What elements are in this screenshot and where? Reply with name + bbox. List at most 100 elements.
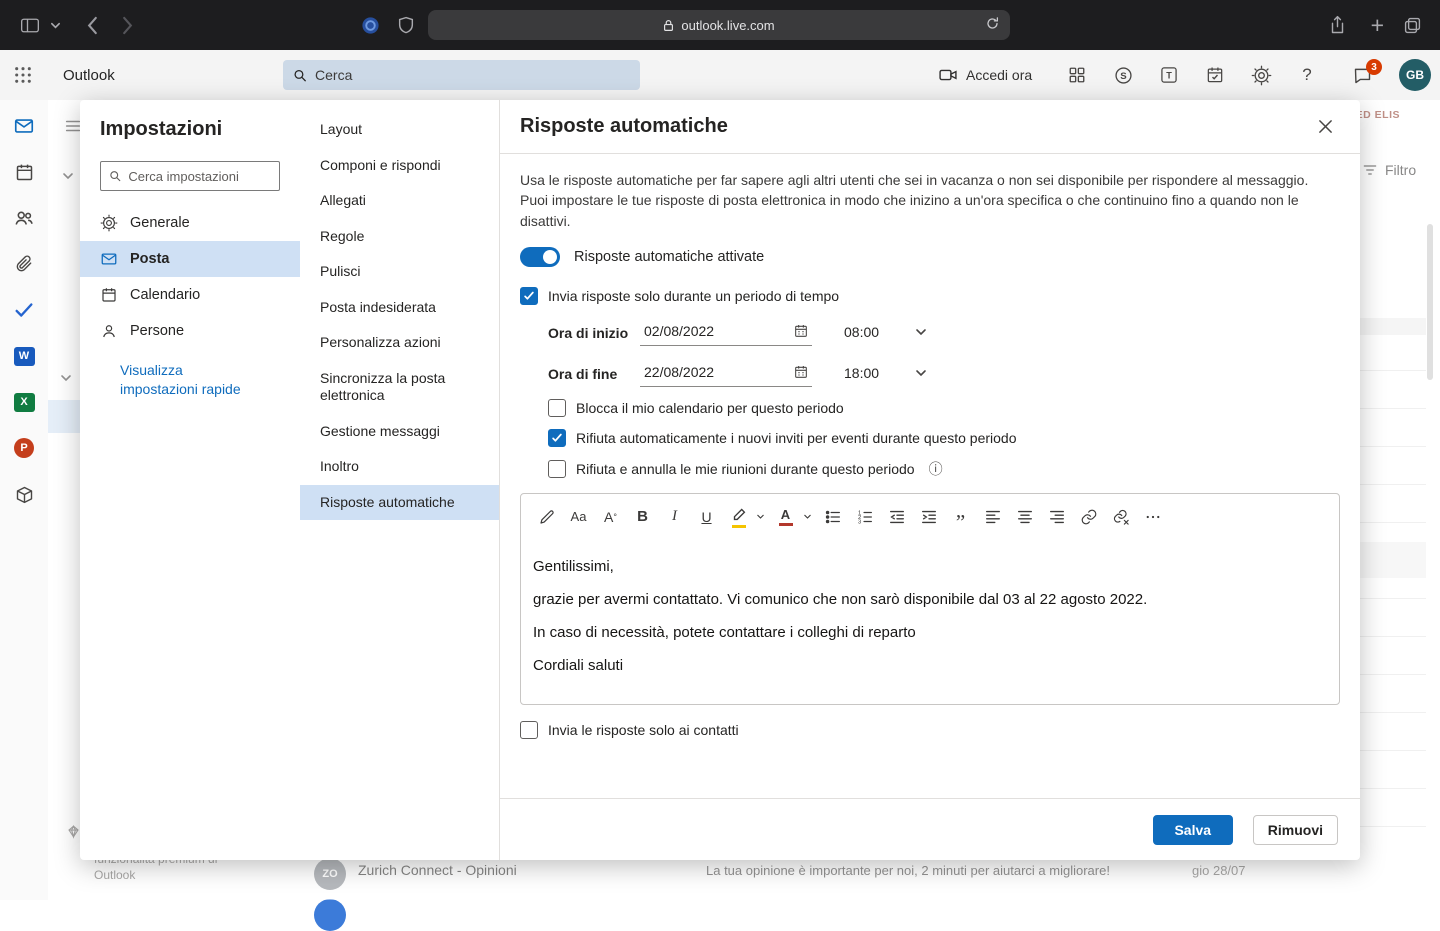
info-icon[interactable]: ⓘ <box>929 459 943 479</box>
help-icon[interactable]: ? <box>1296 64 1318 86</box>
calendar-icon[interactable] <box>10 158 38 186</box>
highlight-chevron-icon[interactable] <box>754 502 766 532</box>
calendar-check-icon[interactable] <box>1204 64 1226 86</box>
category-layout[interactable]: Layout <box>300 112 499 148</box>
start-time-field[interactable]: 08:00 <box>840 324 930 346</box>
apps-box-icon[interactable] <box>10 480 38 508</box>
teams-icon[interactable]: T <box>1158 64 1180 86</box>
end-time-field[interactable]: 18:00 <box>840 365 930 387</box>
start-row: Ora di inizio 02/08/2022 08:00 <box>548 323 1340 346</box>
category-allegati[interactable]: Allegati <box>300 183 499 219</box>
settings-nav-calendario[interactable]: Calendario <box>80 277 300 313</box>
font-name-icon[interactable]: Aa <box>565 502 592 532</box>
chat-button[interactable]: 3 <box>1352 50 1373 100</box>
todo-check-icon[interactable] <box>10 296 38 324</box>
settings-gear-icon[interactable] <box>1250 64 1272 86</box>
nav-item-label: Persone <box>130 323 184 339</box>
font-color-chevron-icon[interactable] <box>801 502 813 532</box>
app-launcher-icon[interactable] <box>14 50 32 100</box>
check-icon <box>522 289 536 303</box>
sidebar-chevron-icon[interactable] <box>50 0 61 50</box>
bold-icon[interactable]: B <box>629 502 656 532</box>
category-pulisci[interactable]: Pulisci <box>300 254 499 290</box>
share-icon[interactable] <box>1329 0 1346 50</box>
end-time-value: 18:00 <box>844 365 879 381</box>
numbering-icon[interactable]: 123 <box>851 502 878 532</box>
font-size-icon[interactable]: A° <box>597 502 624 532</box>
mail-icon[interactable] <box>10 112 38 140</box>
people-icon[interactable] <box>10 204 38 232</box>
font-color-icon[interactable]: A <box>772 502 799 532</box>
global-search[interactable] <box>283 60 640 90</box>
back-button[interactable] <box>86 0 98 50</box>
align-right-icon[interactable] <box>1043 502 1070 532</box>
category-componi-e-rispondi[interactable]: Componi e rispondi <box>300 148 499 184</box>
search-input[interactable] <box>315 67 630 83</box>
sender-avatar <box>314 899 346 931</box>
refresh-icon[interactable] <box>985 16 1000 31</box>
account-avatar[interactable]: GB <box>1399 59 1431 91</box>
meet-now-button[interactable]: Accedi ora <box>938 50 1032 100</box>
more-options-icon[interactable] <box>1139 502 1166 532</box>
auto-replies-toggle[interactable] <box>520 247 560 267</box>
lock-icon <box>663 19 674 32</box>
tab-overview-icon[interactable] <box>1403 0 1422 50</box>
block-calendar-checkbox[interactable] <box>548 399 566 417</box>
word-icon[interactable]: W <box>10 342 38 370</box>
extension-icon[interactable] <box>361 0 380 50</box>
camera-icon <box>938 65 958 85</box>
cancel-meetings-checkbox[interactable] <box>548 460 566 478</box>
decline-invites-row: Rifiuta automaticamente i nuovi inviti p… <box>548 429 1340 447</box>
align-left-icon[interactable] <box>979 502 1006 532</box>
end-date-field[interactable]: 22/08/2022 <box>640 364 812 387</box>
calendar-icon <box>100 286 118 304</box>
sidebar-toggle-icon[interactable] <box>20 0 40 50</box>
settings-search-input[interactable] <box>128 169 271 184</box>
category-sincronizza-posta[interactable]: Sincronizza la posta elettronica <box>300 361 499 414</box>
link-icon[interactable] <box>1075 502 1102 532</box>
category-risposte-automatiche[interactable]: Risposte automatiche <box>300 485 499 521</box>
forward-button[interactable] <box>122 0 134 50</box>
save-button[interactable]: Salva <box>1153 815 1233 845</box>
indent-icon[interactable] <box>915 502 942 532</box>
format-painter-icon[interactable] <box>533 502 560 532</box>
calendar-icon <box>793 323 809 339</box>
category-gestione-messaggi[interactable]: Gestione messaggi <box>300 414 499 450</box>
unlink-icon[interactable] <box>1107 502 1134 532</box>
chevron-down-icon <box>915 326 927 338</box>
attachment-icon[interactable] <box>10 250 38 278</box>
close-button[interactable] <box>1310 112 1340 142</box>
settings-dialog: Impostazioni Generale Posta Calendario P… <box>80 100 1360 860</box>
settings-nav-posta[interactable]: Posta <box>80 241 300 277</box>
check-icon <box>550 431 564 445</box>
skype-icon[interactable]: S <box>1112 64 1134 86</box>
settings-search[interactable] <box>100 161 280 191</box>
new-tab-icon[interactable]: + <box>1371 0 1384 50</box>
outdent-icon[interactable] <box>883 502 910 532</box>
category-inoltro[interactable]: Inoltro <box>300 449 499 485</box>
settings-nav-generale[interactable]: Generale <box>80 205 300 241</box>
remove-button[interactable]: Rimuovi <box>1253 815 1338 845</box>
bullets-icon[interactable] <box>819 502 846 532</box>
quote-icon[interactable]: ” <box>947 502 974 532</box>
highlight-icon[interactable] <box>725 502 752 532</box>
shield-extension-icon[interactable] <box>398 0 414 50</box>
decline-invites-checkbox[interactable] <box>548 429 566 447</box>
contacts-only-checkbox[interactable] <box>520 721 538 739</box>
tiles-icon[interactable] <box>1066 64 1088 86</box>
period-checkbox[interactable] <box>520 287 538 305</box>
category-posta-indesiderata[interactable]: Posta indesiderata <box>300 290 499 326</box>
category-personalizza-azioni[interactable]: Personalizza azioni <box>300 325 499 361</box>
gear-icon <box>100 214 118 232</box>
settings-nav-persone[interactable]: Persone <box>80 313 300 349</box>
align-center-icon[interactable] <box>1011 502 1038 532</box>
underline-icon[interactable]: U <box>693 502 720 532</box>
powerpoint-icon[interactable]: P <box>10 434 38 462</box>
excel-icon[interactable]: X <box>10 388 38 416</box>
reply-message-text[interactable]: Gentilissimi, grazie per avermi contatta… <box>521 540 1339 704</box>
category-regole[interactable]: Regole <box>300 219 499 255</box>
address-bar[interactable]: outlook.live.com <box>428 10 1010 40</box>
start-date-field[interactable]: 02/08/2022 <box>640 323 812 346</box>
quick-settings-link[interactable]: Visualizza impostazioni rapide <box>120 361 252 399</box>
italic-icon[interactable]: I <box>661 502 688 532</box>
